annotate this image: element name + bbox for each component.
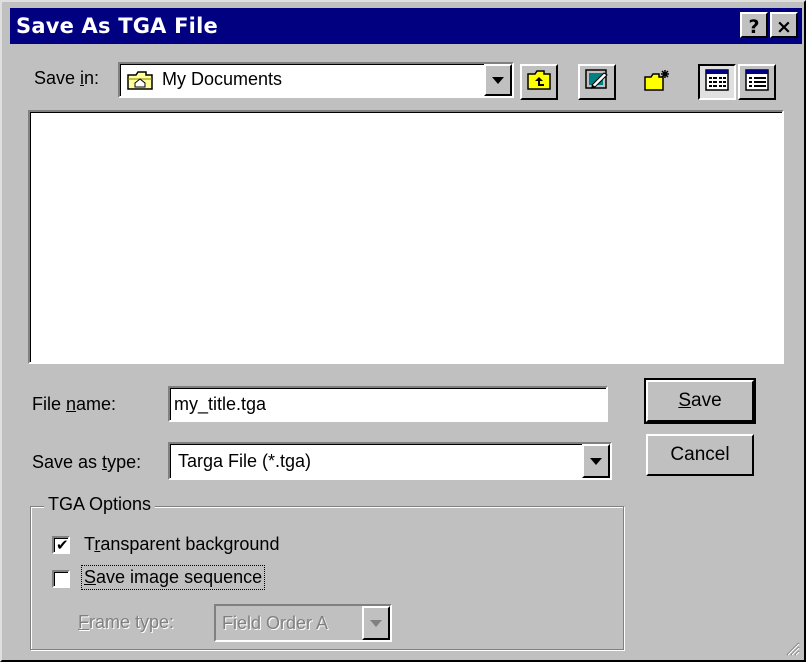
file-name-value: my_title.tga — [174, 394, 267, 414]
save-as-type-value: Targa File (*.tga) — [178, 451, 312, 471]
save-button[interactable]: Save — [644, 378, 756, 424]
desktop-icon — [584, 68, 610, 97]
checkmark-icon: ✔ — [56, 536, 69, 554]
transparent-background-label[interactable]: Transparent background — [84, 534, 279, 555]
file-name-field[interactable]: my_title.tga — [168, 386, 608, 422]
frame-type-combo: Field Order A — [214, 604, 392, 642]
file-list[interactable] — [28, 110, 784, 364]
save-in-value: My Documents — [162, 69, 283, 89]
list-view-button[interactable] — [698, 64, 736, 100]
close-button[interactable]: × — [770, 12, 798, 38]
save-as-type-label: Save as type: — [32, 452, 142, 472]
up-folder-icon — [526, 69, 552, 96]
cancel-button[interactable]: Cancel — [646, 434, 754, 476]
chevron-down-icon — [370, 620, 382, 627]
window-title: Save As TGA File — [16, 14, 218, 38]
resize-grip-icon[interactable] — [782, 638, 800, 656]
up-one-level-button[interactable] — [520, 64, 558, 100]
frame-type-label: Frame type: — [78, 612, 175, 632]
details-view-icon — [745, 68, 769, 96]
frame-type-value: Field Order A — [222, 613, 329, 633]
save-in-dropdown-button[interactable] — [484, 64, 512, 96]
desktop-button[interactable] — [578, 64, 616, 100]
save-image-sequence-label[interactable]: Save image sequence — [80, 565, 266, 590]
folder-icon — [126, 69, 154, 96]
help-button[interactable]: ? — [740, 12, 768, 38]
save-as-type-combo[interactable]: Targa File (*.tga) — [168, 442, 612, 480]
chevron-down-icon — [590, 458, 602, 465]
frame-type-dropdown-button — [362, 606, 390, 640]
save-image-sequence-checkbox[interactable] — [52, 570, 70, 588]
save-in-label: Save in: — [34, 68, 100, 88]
new-folder-button[interactable] — [638, 64, 676, 100]
transparent-background-checkbox[interactable]: ✔ — [52, 536, 70, 554]
file-name-label: File name: — [32, 394, 117, 414]
save-as-type-dropdown-button[interactable] — [582, 444, 610, 478]
tga-options-title: TGA Options — [44, 494, 156, 515]
list-view-icon — [705, 68, 729, 96]
save-in-combo[interactable]: My Documents — [118, 62, 514, 98]
save-as-dialog: Save As TGA File ? × Save in: My Documen… — [0, 0, 806, 662]
title-bar[interactable]: Save As TGA File ? × — [10, 8, 802, 44]
new-folder-icon — [643, 68, 671, 97]
details-view-button[interactable] — [738, 64, 776, 100]
chevron-down-icon — [492, 77, 504, 84]
